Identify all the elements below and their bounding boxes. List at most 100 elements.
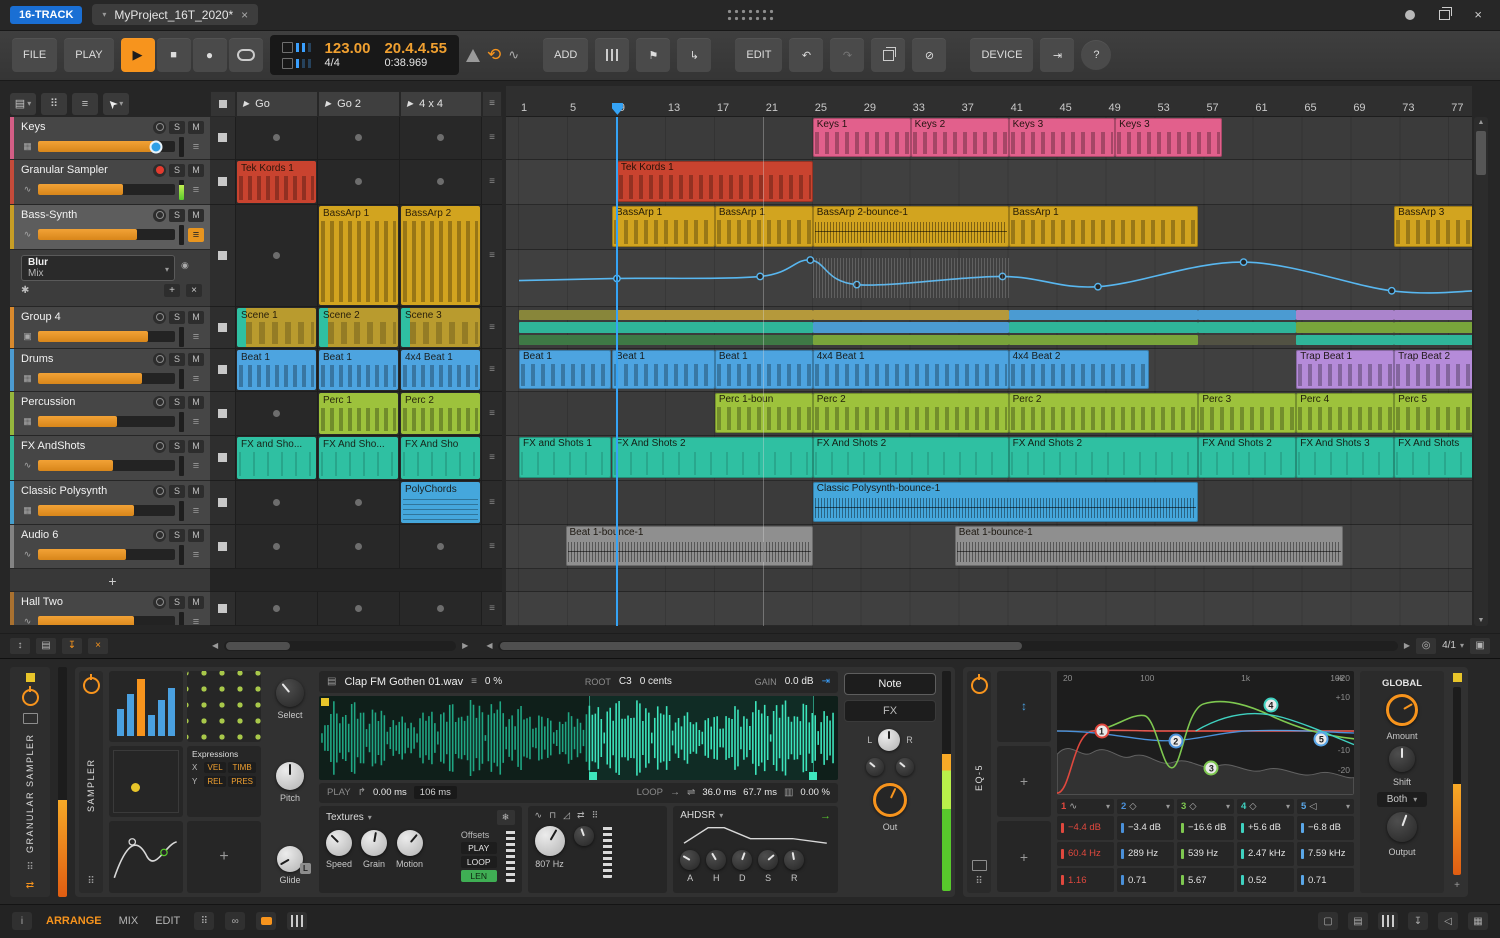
launcher-clip[interactable]: Scene 1: [237, 307, 316, 347]
loop-start-handle[interactable]: [588, 771, 597, 780]
xy-modulator-tile[interactable]: [109, 745, 183, 818]
random-modulator-tile[interactable]: [187, 670, 261, 742]
track-header-partial[interactable]: Hall Two S M ∿ ≡: [10, 591, 210, 626]
track-name[interactable]: Hall Two: [21, 596, 150, 608]
record-arm-button[interactable]: [153, 208, 166, 222]
eq-freq-value[interactable]: 2.47 kHz: [1237, 841, 1294, 867]
solo-button[interactable]: S: [169, 439, 185, 453]
mixer-columns-icon[interactable]: [287, 912, 308, 931]
eq-color-handle[interactable]: [1452, 672, 1462, 682]
textures-title[interactable]: Textures: [326, 812, 364, 823]
arranger-clip[interactable]: FX and Shots 1: [519, 436, 611, 478]
sustain-knob[interactable]: [758, 849, 779, 870]
arranger-clip[interactable]: FX And Shots 3: [1296, 436, 1395, 478]
fit-sample-icon[interactable]: ⇥: [822, 676, 830, 687]
fx-tab[interactable]: FX: [844, 699, 936, 722]
tempo-display[interactable]: 123.00: [325, 40, 371, 58]
sample-filename[interactable]: Clap FM Gothen 01.wav: [344, 676, 463, 688]
automation-follow-icon[interactable]: ∿: [508, 47, 519, 63]
add-button[interactable]: ADD: [543, 38, 589, 73]
select-knob[interactable]: [276, 678, 304, 707]
arranger-scrollbar[interactable]: [498, 640, 1398, 651]
note-tab[interactable]: Note: [844, 672, 936, 695]
track-options-icon[interactable]: ≡: [188, 549, 204, 561]
volume-fader[interactable]: [38, 416, 175, 428]
arranger-clip[interactable]: Keys 1: [812, 117, 911, 157]
close-automation-button[interactable]: ×: [186, 283, 202, 297]
track-name[interactable]: Classic Polysynth: [21, 485, 150, 497]
scene-options-icon[interactable]: ≡: [482, 90, 502, 117]
launcher-clip[interactable]: BassArp 1: [319, 205, 398, 305]
mixer-icon[interactable]: [1378, 912, 1398, 931]
position-display[interactable]: 20.4.4.55: [384, 40, 447, 58]
pointer-tool-icon[interactable]: ➤ ▾: [103, 92, 129, 115]
project-file-icon[interactable]: ▤: [1348, 912, 1368, 931]
mute-button[interactable]: M: [188, 163, 204, 177]
clip-slot[interactable]: [236, 204, 318, 306]
out-knob[interactable]: [873, 782, 907, 817]
expression-pres[interactable]: PRES: [228, 775, 256, 787]
device-grid-icon[interactable]: ⠿: [26, 862, 33, 873]
envelope-modulator-tile[interactable]: [109, 821, 183, 893]
record-arm-button[interactable]: [153, 352, 166, 366]
eq-db-value[interactable]: −3.4 dB: [1117, 815, 1174, 840]
arranger-clip[interactable]: Classic Polysynth-bounce-1: [812, 481, 1199, 522]
track-name[interactable]: Bass-Synth: [21, 209, 150, 221]
clip-stop-button[interactable]: [210, 524, 236, 568]
clip-slot[interactable]: [400, 591, 482, 625]
spread-value[interactable]: 0 %: [485, 676, 502, 687]
launcher-clip[interactable]: PolyChords: [401, 481, 480, 523]
clip-stop-button[interactable]: [210, 348, 236, 391]
time-signature-display[interactable]: 4/4: [325, 57, 371, 69]
pitch-knob[interactable]: [276, 762, 304, 790]
metronome-icon[interactable]: [466, 48, 480, 62]
automation-point[interactable]: [1239, 258, 1248, 266]
arranger-clip[interactable]: Perc 2: [812, 392, 1009, 433]
solo-button[interactable]: S: [169, 395, 185, 409]
eq-q-value[interactable]: 0.52: [1237, 868, 1294, 893]
sample-length-value[interactable]: 106 ms: [413, 786, 457, 799]
duplicate-button[interactable]: [871, 38, 906, 73]
clip-slot[interactable]: Scene 2: [318, 306, 400, 348]
track-header[interactable]: Granular Sampler S M ∿ ≡: [10, 159, 210, 205]
clip-slot[interactable]: FX And Sho: [400, 435, 482, 480]
arranger-clip[interactable]: Trap Beat 2: [1394, 349, 1472, 389]
clip-stop-button[interactable]: [210, 435, 236, 480]
clip-slot[interactable]: [400, 159, 482, 204]
eq-band-header[interactable]: 2 ◇ ▾: [1117, 798, 1174, 814]
eq-band-header[interactable]: 3 ◇ ▾: [1177, 798, 1234, 814]
clip-stop-button[interactable]: [210, 306, 236, 348]
launcher-clip[interactable]: Beat 1: [319, 349, 398, 390]
display-profile-icon[interactable]: ▢: [1318, 912, 1338, 931]
loop-button[interactable]: ⟲: [487, 45, 501, 65]
track-options-icon[interactable]: ≡: [188, 616, 204, 625]
attack-knob[interactable]: [680, 849, 701, 870]
arranger-clip[interactable]: FX And Shots 2: [612, 436, 813, 478]
eq-freq-value[interactable]: 60.4 Hz: [1057, 841, 1114, 867]
solo-button[interactable]: S: [169, 163, 185, 177]
speaker-icon[interactable]: ◁: [1438, 912, 1458, 931]
track-header[interactable]: Percussion S M ▦ ≡: [10, 391, 210, 436]
clip-slot[interactable]: Perc 2: [400, 391, 482, 435]
eq-band-header[interactable]: 5 ◁ ▾: [1297, 798, 1354, 814]
mute-button[interactable]: M: [188, 310, 204, 324]
clip-slot[interactable]: [236, 391, 318, 435]
launcher-clip[interactable]: 4x4 Beat 1: [401, 349, 480, 390]
track-color-handle[interactable]: [25, 672, 35, 682]
square-icon[interactable]: ⊓: [549, 810, 556, 821]
arranger-ruler[interactable]: 1591317212529333741454953576165697377: [506, 85, 1472, 117]
routing-icon[interactable]: ⇄: [577, 810, 585, 821]
track-options-icon[interactable]: ≡: [188, 141, 204, 153]
play-menu-button[interactable]: PLAY: [64, 38, 114, 73]
arranger-body[interactable]: Keys 1 Keys 2 Keys 3 Keys 3 Tek Kords 1 BassA…: [506, 116, 1472, 626]
clip-slot[interactable]: [318, 480, 400, 524]
sample-selection-region[interactable]: [588, 695, 815, 780]
arranger-scroll-right-icon[interactable]: ▶: [1404, 641, 1410, 650]
track-enable-icon[interactable]: [21, 685, 39, 706]
modulation-routes-tile[interactable]: ↕: [997, 670, 1051, 742]
clip-slot[interactable]: FX And Sho...: [318, 435, 400, 480]
volume-fader[interactable]: [38, 549, 175, 561]
slot-options-icon[interactable]: ≡: [482, 204, 502, 306]
loop-start-value[interactable]: 36.0 ms: [702, 787, 736, 798]
clip-slot[interactable]: FX and Sho...: [236, 435, 318, 480]
